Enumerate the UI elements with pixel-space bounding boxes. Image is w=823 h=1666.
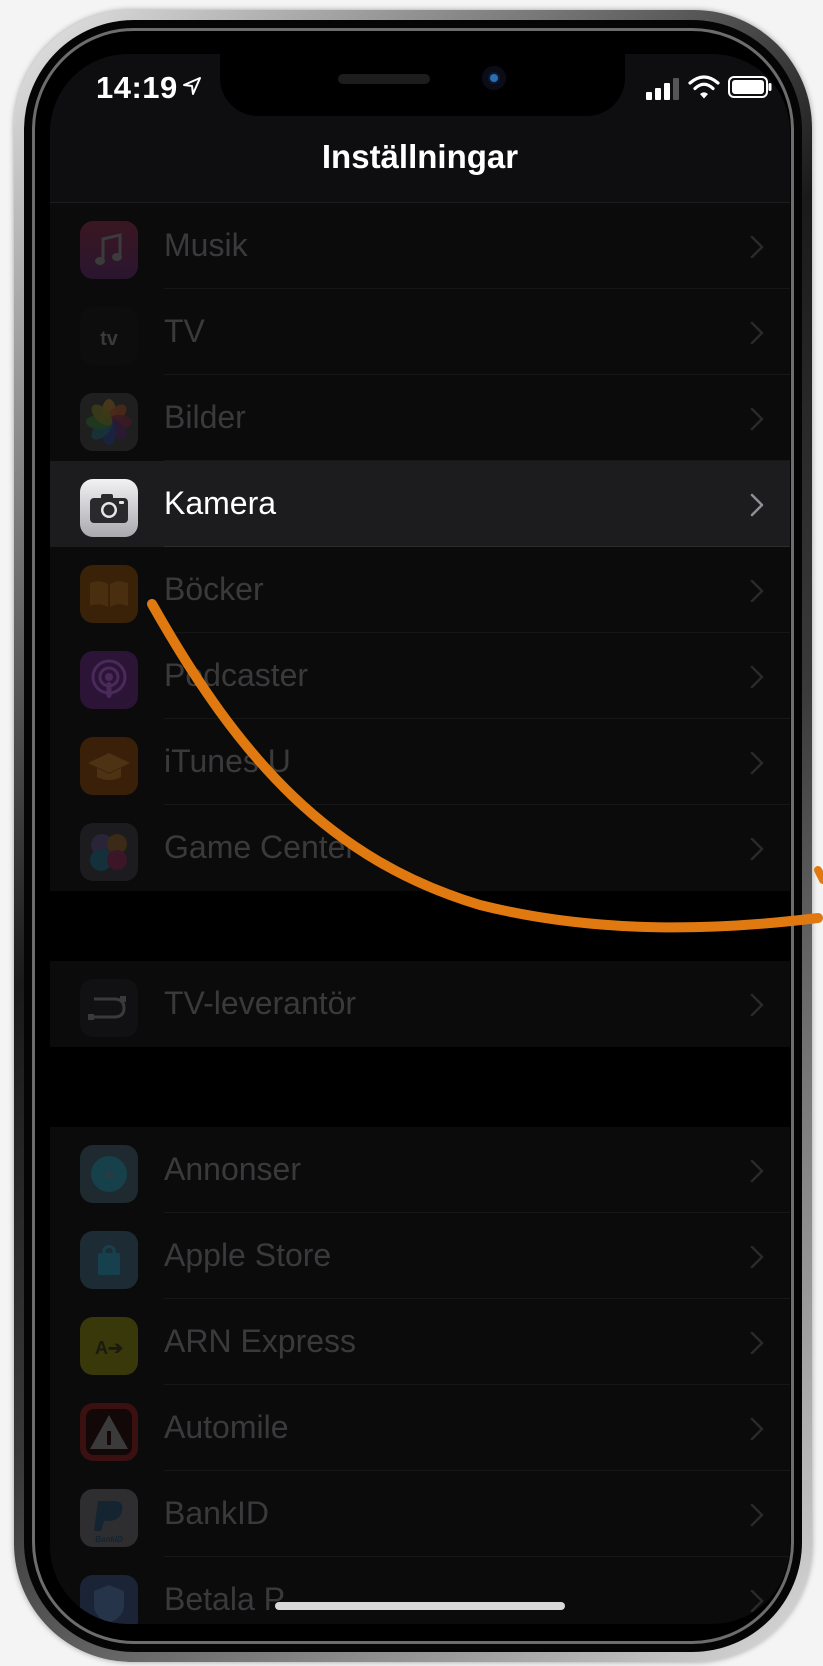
arn-express-icon-text: A➔: [95, 1338, 123, 1358]
betala-p-shield-icon: [80, 1575, 138, 1624]
front-camera: [482, 66, 506, 90]
chevron-right-icon: [750, 407, 764, 431]
home-indicator[interactable]: [275, 1602, 565, 1610]
speaker-grille: [338, 74, 430, 84]
settings-row-label: Böcker: [164, 571, 264, 607]
settings-row-label: Kamera: [164, 485, 277, 521]
apple-tv-icon: tv: [80, 307, 138, 365]
chevron-right-icon: [750, 493, 764, 517]
settings-row-label: iTunes U: [164, 743, 291, 779]
apple-tv-icon-text: tv: [100, 328, 119, 350]
chevron-right-icon: [750, 1331, 764, 1355]
automile-road-icon: [80, 1403, 138, 1461]
settings-row-game-center[interactable]: Game Center: [50, 805, 790, 891]
page-title: Inställningar: [321, 138, 519, 175]
settings-row-label: Automile: [164, 1409, 289, 1445]
location-arrow-icon: [183, 77, 201, 95]
settings-row-bocker[interactable]: Böcker: [50, 547, 790, 633]
group-spacer: [50, 891, 790, 961]
settings-row-label: TV: [164, 313, 205, 349]
apple-store-bag-icon: [80, 1231, 138, 1289]
settings-row-itunes-u[interactable]: iTunes U: [50, 719, 790, 805]
settings-row-label: Podcaster: [164, 657, 309, 693]
chevron-right-icon: [750, 1589, 764, 1613]
settings-row-bilder[interactable]: Bilder: [50, 375, 790, 461]
settings-row-label: Apple Store: [164, 1237, 332, 1273]
settings-row-label: ARN Express: [164, 1323, 357, 1359]
settings-row-podcaster[interactable]: Podcaster: [50, 633, 790, 719]
phone-screen: 14:19 Inställningar Musik tv TV Bilder K…: [50, 54, 790, 1624]
settings-group-media: Musik tv TV Bilder Kamera Böcker Podcast…: [50, 203, 790, 891]
tv-provider-cable-icon: [80, 979, 138, 1037]
settings-row-tv-leverantor[interactable]: TV-leverantör: [50, 961, 790, 1047]
camera-icon: [80, 479, 138, 537]
chevron-right-icon: [750, 235, 764, 259]
settings-row-label: Bilder: [164, 399, 246, 435]
status-time: 14:19: [96, 70, 178, 105]
settings-row-bankid[interactable]: BankID BankID: [50, 1471, 790, 1557]
bankid-icon: BankID: [80, 1489, 138, 1547]
ads-icon: [80, 1145, 138, 1203]
annotation-tick: [814, 866, 823, 884]
chevron-right-icon: [750, 1159, 764, 1183]
battery-icon: [728, 76, 772, 98]
settings-row-automile[interactable]: Automile: [50, 1385, 790, 1471]
chevron-right-icon: [750, 579, 764, 603]
settings-row-musik[interactable]: Musik: [50, 203, 790, 289]
settings-group-tv-provider: TV-leverantör: [50, 961, 790, 1047]
settings-row-label: Annonser: [164, 1151, 301, 1187]
chevron-right-icon: [750, 665, 764, 689]
books-icon: [80, 565, 138, 623]
podcasts-icon: [80, 651, 138, 709]
chevron-right-icon: [750, 321, 764, 345]
wifi-icon: [688, 75, 720, 99]
status-bar: 14:19: [50, 54, 790, 118]
settings-row-tv[interactable]: tv TV: [50, 289, 790, 375]
navigation-bar: Inställningar: [50, 118, 790, 203]
chevron-right-icon: [750, 837, 764, 861]
bankid-icon-text: BankID: [95, 1535, 123, 1544]
game-center-icon: [80, 823, 138, 881]
settings-row-betala-p[interactable]: Betala P: [50, 1557, 790, 1624]
chevron-right-icon: [750, 1245, 764, 1269]
chevron-right-icon: [750, 1417, 764, 1441]
chevron-right-icon: [750, 1503, 764, 1527]
settings-row-label: Betala P: [164, 1581, 285, 1617]
settings-row-annonser[interactable]: Annonser: [50, 1127, 790, 1213]
settings-row-label: BankID: [164, 1495, 269, 1531]
chevron-right-icon: [750, 751, 764, 775]
settings-row-apple-store[interactable]: Apple Store: [50, 1213, 790, 1299]
arn-express-icon: A➔: [80, 1317, 138, 1375]
settings-row-kamera[interactable]: Kamera: [50, 461, 790, 547]
settings-row-label: TV-leverantör: [164, 985, 357, 1021]
settings-group-apps: Annonser Apple Store A➔ ARN Express Auto…: [50, 1127, 790, 1624]
group-spacer: [50, 1047, 790, 1127]
music-note-icon: [80, 221, 138, 279]
settings-list: Musik tv TV Bilder Kamera Böcker Podcast…: [50, 203, 790, 1624]
settings-row-label: Musik: [164, 227, 248, 263]
graduation-cap-icon: [80, 737, 138, 795]
settings-row-arn-express[interactable]: A➔ ARN Express: [50, 1299, 790, 1385]
notch: [220, 54, 625, 116]
chevron-right-icon: [750, 993, 764, 1017]
settings-row-label: Game Center: [164, 829, 357, 865]
cellular-signal-icon: [646, 78, 679, 100]
photos-icon: [80, 393, 138, 451]
